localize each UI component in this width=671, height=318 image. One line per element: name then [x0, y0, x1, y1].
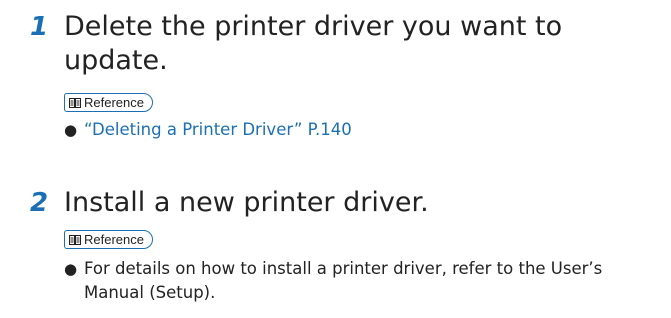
step-instruction: Install a new printer driver. — [64, 187, 429, 218]
book-icon — [69, 234, 81, 245]
reference-link[interactable]: “Deleting a Printer Driver” P.140 — [84, 118, 654, 142]
bullet-dot-icon: ● — [64, 260, 78, 278]
reference-label: Reference — [84, 232, 144, 247]
step-number: 2 — [30, 188, 49, 218]
step-number: 1 — [30, 12, 49, 42]
reference-label: Reference — [84, 95, 144, 110]
bullet-dot-icon: ● — [64, 121, 78, 139]
reference-badge: Reference — [64, 230, 153, 249]
book-icon — [69, 97, 81, 108]
step-instruction: Delete the printer driver you want to up… — [64, 11, 563, 76]
reference-badge: Reference — [64, 93, 153, 112]
bullet-text: For details on how to install a printer … — [84, 259, 603, 302]
